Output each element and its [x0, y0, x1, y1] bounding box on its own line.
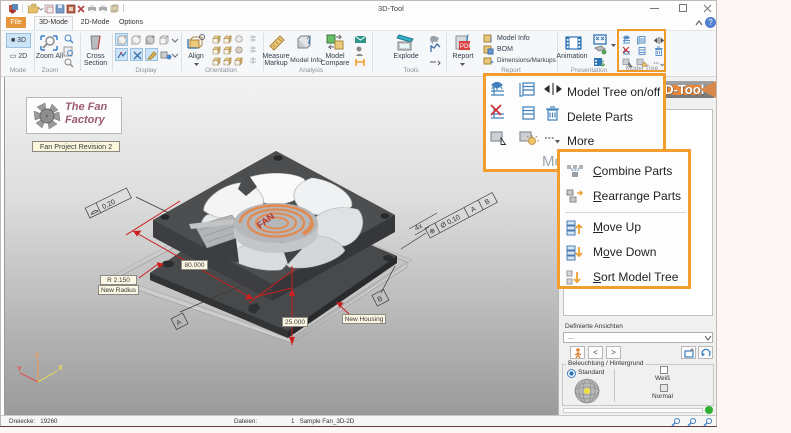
- svg-text:i: i: [490, 37, 492, 44]
- svg-text:X: X: [58, 365, 63, 372]
- svg-text:Z: Z: [35, 353, 40, 360]
- svg-text:i: i: [308, 36, 311, 46]
- svg-text:PDF: PDF: [460, 44, 472, 50]
- svg-text:Y: Y: [17, 366, 22, 373]
